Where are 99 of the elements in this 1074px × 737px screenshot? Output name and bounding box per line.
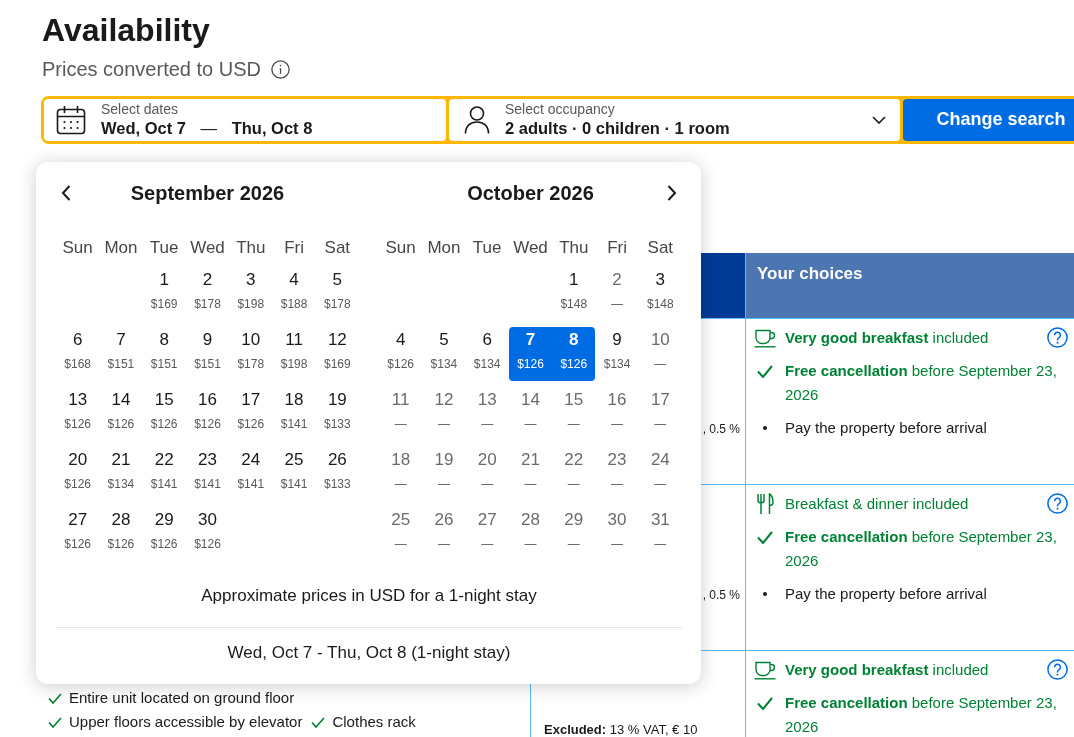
weekday-label: Tue xyxy=(148,237,180,259)
meal-plan-text: Breakfast & dinner included xyxy=(785,494,970,514)
weekday-label: Wed xyxy=(512,237,549,259)
calendar-day[interactable]: 4 $126 xyxy=(379,327,423,381)
check-icon xyxy=(48,692,62,704)
calendar-day[interactable]: 8 $126 xyxy=(552,327,596,381)
calendar-icon xyxy=(56,105,86,135)
calendar-day[interactable]: 29 $126 xyxy=(142,507,186,561)
calendar-day[interactable]: 5 $178 xyxy=(315,267,359,321)
facility-label: Clothes rack xyxy=(332,712,416,732)
month-title: September 2026 xyxy=(129,181,286,206)
weekday-label: Fri xyxy=(606,237,628,259)
page-title: Availability xyxy=(42,12,210,48)
calendar-day[interactable]: 18 $141 xyxy=(272,387,316,441)
check-icon xyxy=(757,696,773,710)
weekday-label: Mon xyxy=(426,237,462,259)
calendar-day[interactable]: 19 $133 xyxy=(315,387,359,441)
meal-plan-text: Very good breakfast included xyxy=(785,328,990,348)
weekday-label: Wed xyxy=(189,237,226,259)
tax-info-text: , 0.5 % xyxy=(702,421,740,438)
calendar-day[interactable]: 2 $178 xyxy=(185,267,230,321)
payment-info-text: Pay the property before arrival xyxy=(785,584,988,604)
bullet-icon xyxy=(763,592,767,596)
facility-label: Upper floors accessible by elevator xyxy=(69,712,303,732)
weekday-label: Sun xyxy=(384,237,417,259)
weekday-label: Sat xyxy=(323,237,352,259)
weekday-label: Mon xyxy=(103,237,139,259)
month-title: October 2026 xyxy=(466,181,595,206)
calendar-day[interactable]: 11 $198 xyxy=(272,327,316,381)
cup-icon xyxy=(754,660,776,680)
calendar-day[interactable]: 1 $148 xyxy=(552,267,596,321)
calendar-day[interactable]: 9 $134 xyxy=(595,327,639,381)
weekday-label: Thu xyxy=(235,237,267,259)
chevron-down-icon xyxy=(872,116,886,124)
calendar-day[interactable]: 3 $198 xyxy=(229,267,273,321)
calendar-day[interactable]: 20 $126 xyxy=(56,447,100,501)
help-button[interactable] xyxy=(1047,327,1068,348)
meal-plan-text: Very good breakfast included xyxy=(785,660,990,680)
weekday-label: Tue xyxy=(471,237,503,259)
calendar-day[interactable]: 10 $178 xyxy=(229,327,273,381)
check-icon xyxy=(311,716,326,728)
calendar-day[interactable]: 7 $126 xyxy=(508,327,553,381)
calendar-day[interactable]: 28 $126 xyxy=(99,507,143,561)
column-header: Your choices xyxy=(745,253,1074,318)
change-search-button[interactable]: Change search xyxy=(903,99,1074,141)
weekday-label: Fri xyxy=(283,237,305,259)
calendar-day[interactable]: 16 $126 xyxy=(185,387,230,441)
date-field[interactable]: Select dates Wed, Oct 7 — Thu, Oct 8 xyxy=(44,99,446,141)
payment-info-text: Pay the property before arrival xyxy=(785,418,988,438)
facility-label: Entire unit located on ground floor xyxy=(69,688,295,708)
calendar-day[interactable]: 4 $188 xyxy=(272,267,316,321)
calendar-day[interactable]: 8 $151 xyxy=(142,327,186,381)
calendar-day[interactable]: 13 $126 xyxy=(56,387,100,441)
cup-icon xyxy=(754,328,776,348)
check-icon xyxy=(757,530,773,544)
selected-dates-summary: Wed, Oct 7 - Thu, Oct 8 (1-night stay) xyxy=(226,642,512,664)
calendar-day[interactable]: 26 $133 xyxy=(315,447,359,501)
calendar-day[interactable]: 12 $169 xyxy=(315,327,359,381)
cancellation-policy-text: Free cancellation before September 23, 2026 xyxy=(785,527,1058,571)
check-icon xyxy=(48,716,62,728)
calendar-day[interactable]: 17 $126 xyxy=(229,387,273,441)
calendar-day[interactable]: 7 $151 xyxy=(99,327,143,381)
calendar-day[interactable]: 9 $151 xyxy=(185,327,230,381)
help-icon xyxy=(1047,327,1068,348)
price-note: Approximate prices in USD for a 1-night stay xyxy=(200,585,538,607)
chevron-right-icon xyxy=(667,185,677,201)
bullet-icon xyxy=(763,426,767,430)
calendar-day[interactable]: 14 $126 xyxy=(99,387,143,441)
calendar-day[interactable]: 23 $141 xyxy=(185,447,230,501)
fork-and-knife-icon xyxy=(756,493,774,515)
cancellation-policy-text: Free cancellation before September 23, 2026 xyxy=(785,693,1058,737)
weekday-label: Thu xyxy=(558,237,590,259)
chevron-left-icon xyxy=(61,185,71,201)
weekday-label: Sat xyxy=(646,237,675,259)
help-button[interactable] xyxy=(1047,659,1068,680)
calendar-day[interactable]: 24 $141 xyxy=(229,447,273,501)
calendar-day[interactable]: 25 $141 xyxy=(272,447,316,501)
calendar-day[interactable]: 6 $134 xyxy=(465,327,509,381)
person-icon xyxy=(464,106,490,134)
tax-info-text: Excluded: 13 % VAT, € 10 xyxy=(544,722,698,737)
calendar-day[interactable]: 3 $148 xyxy=(638,267,682,321)
occupancy-field[interactable]: Select occupancy 2 adults · 0 children · 1 room xyxy=(449,99,900,141)
calendar-day[interactable]: 30 $126 xyxy=(185,507,230,561)
calendar-day[interactable]: 6 $168 xyxy=(56,327,100,381)
help-icon xyxy=(1047,659,1068,680)
tax-info-text: , 0.5 % xyxy=(702,587,740,604)
weekday-label: Sun xyxy=(61,237,94,259)
calendar-day[interactable]: 27 $126 xyxy=(56,507,100,561)
calendar-day[interactable]: 5 $134 xyxy=(422,327,466,381)
help-icon xyxy=(1047,493,1068,514)
help-button[interactable] xyxy=(1047,493,1068,514)
calendar-day[interactable]: 22 $141 xyxy=(142,447,186,501)
calendar-day[interactable]: 21 $134 xyxy=(99,447,143,501)
calendar-day[interactable]: 15 $126 xyxy=(142,387,186,441)
currency-note: Prices converted to USD xyxy=(42,57,261,82)
cancellation-policy-text: Free cancellation before September 23, 2026 xyxy=(785,361,1058,405)
calendar-day[interactable]: 1 $169 xyxy=(142,267,186,321)
check-icon xyxy=(757,364,773,378)
info-icon[interactable] xyxy=(271,59,290,79)
